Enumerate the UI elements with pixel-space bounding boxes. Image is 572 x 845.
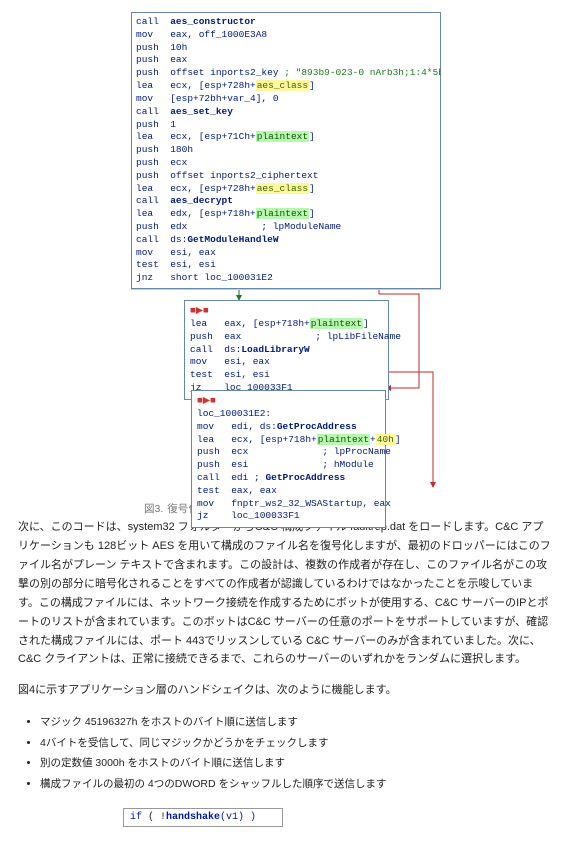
handshake-bullets: マジック 45196327h をホストのバイト順に送信します4バイトを受信して、… [18,712,554,794]
bullet-item: 4バイトを受信して、同じマジックかどうかをチェックします [40,733,554,753]
asm-top-block: call aes_constructormov eax, off_1000E3A… [131,12,441,289]
bullet-item: マジック 45196327h をホストのバイト順に送信します [40,712,554,732]
paragraph-2: 図4に示すアプリケーション層のハンドシェイクは、次のように機能します。 [18,681,554,700]
paragraph-1: 次に、このコードは、system32 フォルダーからC&C 構成ファイル fau… [18,518,554,669]
figure-caption-number: 図3. [144,495,163,518]
bullet-item: 構成ファイルの最初の 4つのDWORD をシャッフルした順序で送信します [40,774,554,794]
bullet-item: 別の定数値 3000h をホストのバイト順に送信します [40,753,554,773]
code-if-block: if ( !handshake(v1) ) [123,808,283,827]
asm-box-b: ■▶■loc_100031E2:mov edi, ds:GetProcAddre… [191,390,386,528]
asm-box-a: ■▶■lea eax, [esp+718h+plaintext]push eax… [184,300,389,400]
